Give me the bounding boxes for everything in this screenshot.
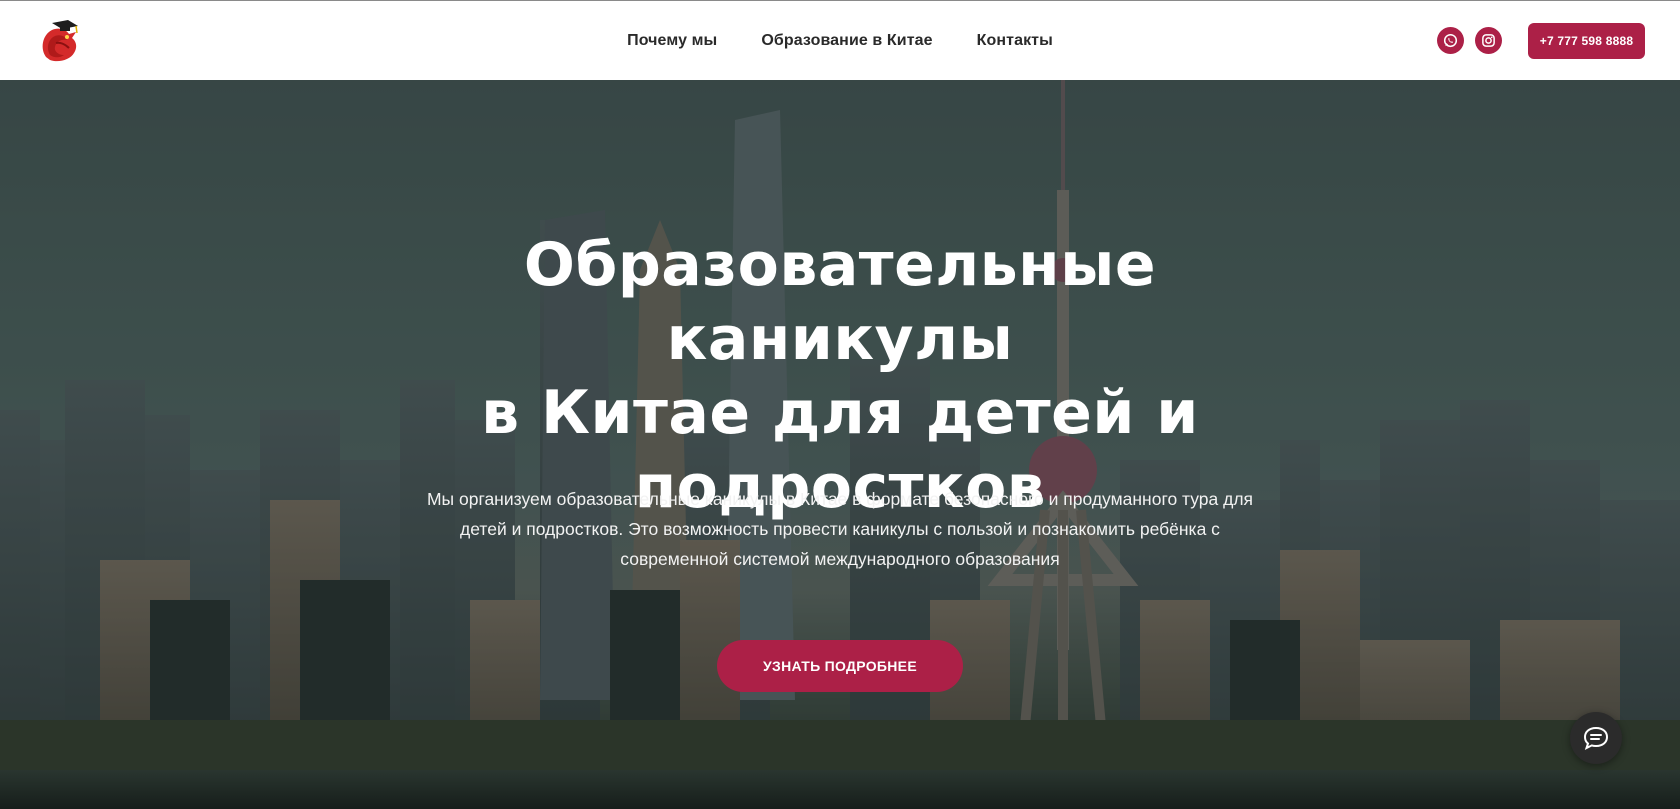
- hero-description: Мы организуем образовательные каникулы в…: [420, 484, 1260, 574]
- phone-button[interactable]: +7 777 598 8888: [1528, 23, 1645, 59]
- site-header: Почему мы Образование в Китае Контакты +…: [0, 0, 1680, 80]
- nav-link-contacts[interactable]: Контакты: [977, 32, 1053, 50]
- hero-title-line-2: в Китае для детей и: [481, 378, 1199, 448]
- nav-link-why-us[interactable]: Почему мы: [627, 32, 717, 50]
- instagram-link[interactable]: [1475, 27, 1502, 54]
- hero-description-line-2: детей и подростков. Это возможность пров…: [460, 519, 1220, 539]
- whatsapp-icon: [1443, 33, 1458, 48]
- hero-title: Образовательные каникулы в Китае для дет…: [340, 228, 1340, 524]
- whatsapp-link[interactable]: [1437, 27, 1464, 54]
- hero-section: Образовательные каникулы в Китае для дет…: [0, 80, 1680, 809]
- main-nav: Почему мы Образование в Китае Контакты: [0, 1, 1680, 81]
- chat-widget-button[interactable]: [1570, 712, 1622, 764]
- hero-description-line-1: Мы организуем образовательные каникулы в…: [426, 489, 1254, 509]
- hero-description-line-3: современной системой международного обра…: [620, 549, 1060, 569]
- chat-bubble-icon: [1583, 726, 1609, 750]
- learn-more-button[interactable]: УЗНАТЬ ПОДРОБНЕЕ: [717, 640, 963, 692]
- nav-link-education-china[interactable]: Образование в Китае: [761, 32, 932, 50]
- hero-title-line-1: Образовательные каникулы: [523, 230, 1157, 374]
- instagram-icon: [1482, 34, 1495, 47]
- social-links: [1437, 27, 1502, 54]
